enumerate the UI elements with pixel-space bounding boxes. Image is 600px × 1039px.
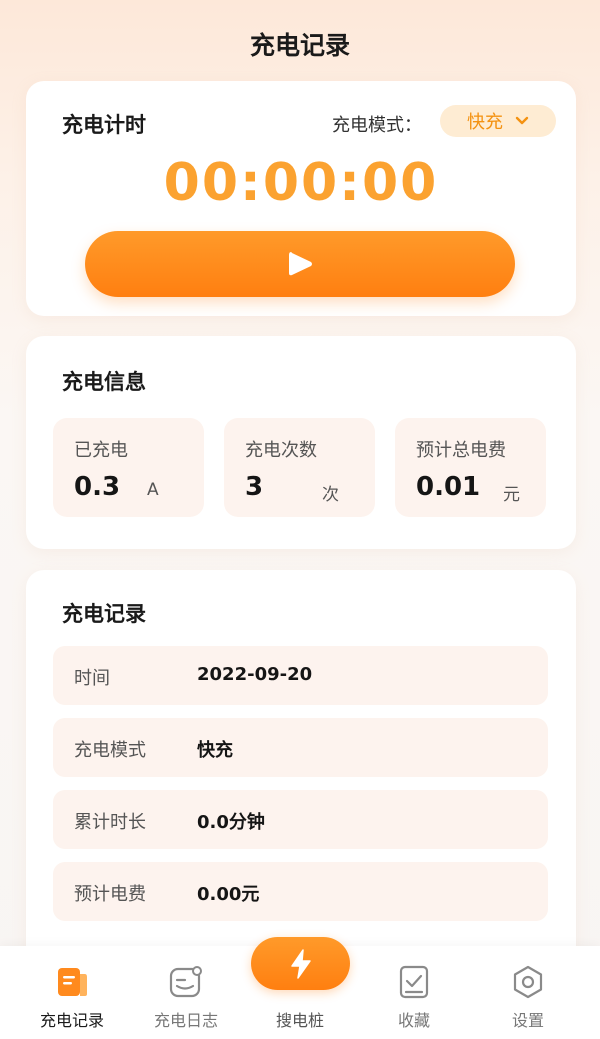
timer-card: 充电计时 充电模式： 快充 00:00:00	[26, 81, 576, 316]
row-value: 快充	[197, 740, 233, 761]
row-value: 0.00元	[197, 884, 260, 905]
row-value: 2022-09-20	[197, 664, 313, 685]
favorite-icon	[399, 965, 429, 999]
nav-label: 充电记录	[39, 1011, 104, 1030]
nav-label: 设置	[511, 1011, 544, 1030]
start-charging-button[interactable]	[85, 231, 515, 297]
timer-display: 00:00:00	[163, 153, 439, 213]
lightning-icon	[290, 948, 311, 979]
stat-label: 已充电	[74, 440, 128, 461]
charge-record-title: 充电记录	[62, 602, 146, 626]
row-label: 充电模式	[74, 740, 146, 761]
charge-record-card: 充电记录 时间 2022-09-20 充电模式 快充 累计时长 0.0分钟 预计…	[26, 570, 576, 990]
stat-unit: 次	[322, 485, 339, 505]
settings-icon	[513, 965, 543, 999]
stat-unit: 元	[503, 485, 520, 505]
nav-label: 收藏	[397, 1011, 430, 1030]
charge-mode-label: 充电模式：	[332, 115, 422, 136]
row-value: 0.0分钟	[197, 812, 265, 833]
search-charger-label[interactable]: 搜电桩	[240, 1007, 360, 1031]
stat-label: 充电次数	[245, 440, 317, 461]
charge-record-icon	[58, 968, 87, 996]
record-row-mode: 充电模式 快充	[53, 718, 548, 777]
stat-value: 0.01	[416, 472, 481, 502]
nav-item-charge-log[interactable]: 充电日志	[126, 946, 246, 1039]
stat-estimated-fee: 预计总电费 0.01 元	[395, 418, 546, 517]
row-label: 预计电费	[74, 884, 146, 905]
timer-card-title: 充电计时	[62, 113, 146, 137]
chevron-down-icon	[515, 116, 529, 125]
search-charger-button[interactable]	[251, 937, 350, 990]
play-icon	[289, 252, 312, 276]
record-row-fee: 预计电费 0.00元	[53, 862, 548, 921]
charge-mode-value: 快充	[467, 112, 503, 133]
nav-item-charge-record[interactable]: 充电记录	[12, 946, 132, 1039]
stat-unit: A	[147, 480, 159, 500]
stat-value: 0.3	[74, 472, 121, 502]
stat-label: 预计总电费	[416, 440, 506, 461]
row-label: 时间	[74, 668, 110, 689]
stat-charged: 已充电 0.3 A	[53, 418, 204, 517]
charge-info-card: 充电信息 已充电 0.3 A 充电次数 3 次 预计总电费 0.01 元	[26, 336, 576, 549]
nav-item-settings[interactable]: 设置	[468, 946, 588, 1039]
page-title: 充电记录	[249, 31, 350, 60]
record-row-duration: 累计时长 0.0分钟	[53, 790, 548, 849]
nav-label: 充电日志	[153, 1011, 218, 1030]
charge-log-icon	[169, 966, 202, 998]
stat-charge-count: 充电次数 3 次	[224, 418, 375, 517]
row-label: 累计时长	[74, 812, 146, 833]
stat-value: 3	[245, 472, 264, 502]
charge-info-title: 充电信息	[62, 370, 146, 394]
record-row-time: 时间 2022-09-20	[53, 646, 548, 705]
charge-mode-dropdown[interactable]: 快充	[440, 105, 556, 137]
nav-item-favorite[interactable]: 收藏	[354, 946, 474, 1039]
